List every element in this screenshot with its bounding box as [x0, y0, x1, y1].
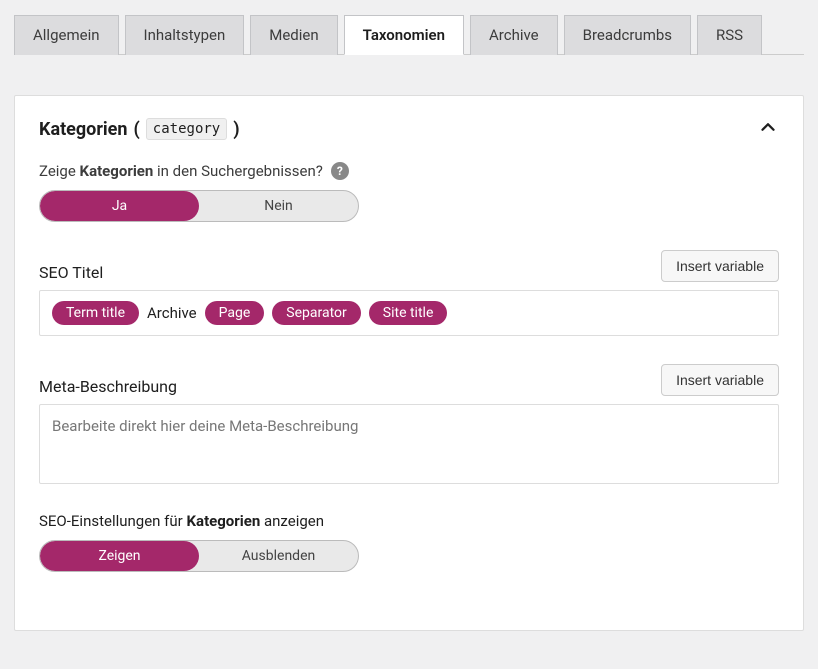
panel-body: Zeige Kategorien in den Suchergebnissen?…: [15, 152, 803, 630]
panel-title-paren-open: (: [134, 119, 140, 140]
panel-title-paren-close: ): [233, 119, 239, 140]
panel-slug: category: [146, 118, 227, 140]
show-settings-suffix: anzeigen: [264, 512, 324, 530]
help-icon[interactable]: ?: [331, 162, 349, 180]
seo-title-input[interactable]: Term title Archive Page Separator Site t…: [39, 290, 779, 336]
tabs-bar: Allgemein Inhaltstypen Medien Taxonomien…: [14, 14, 804, 55]
seo-title-text-archive: Archive: [147, 304, 197, 322]
tab-archive[interactable]: Archive: [470, 15, 558, 55]
show-settings-prefix: SEO-Einstellungen für: [39, 512, 183, 530]
tab-rss[interactable]: RSS: [697, 15, 762, 55]
search-toggle: Ja Nein: [39, 190, 359, 222]
show-settings-toggle-show[interactable]: Zeigen: [40, 541, 199, 571]
meta-desc-insert-variable-button[interactable]: Insert variable: [661, 364, 779, 396]
search-toggle-yes[interactable]: Ja: [40, 191, 199, 221]
variable-pill-term-title[interactable]: Term title: [52, 301, 139, 325]
panel-header[interactable]: Kategorien ( category ): [15, 96, 803, 152]
seo-title-label: SEO Titel: [39, 263, 103, 282]
show-in-search-label: Zeige Kategorien in den Suchergebnissen?…: [39, 162, 779, 180]
meta-desc-input[interactable]: Bearbeite direkt hier deine Meta-Beschre…: [39, 404, 779, 484]
tab-allgemein[interactable]: Allgemein: [14, 15, 119, 55]
meta-desc-label: Meta-Beschreibung: [39, 377, 177, 396]
panel-title: Kategorien ( category ): [39, 118, 240, 140]
show-settings-label: SEO-Einstellungen für Kategorien anzeige…: [39, 512, 779, 530]
search-prefix: Zeige: [39, 162, 76, 180]
tab-taxonomien[interactable]: Taxonomien: [344, 15, 464, 55]
show-settings-toggle-hide[interactable]: Ausblenden: [199, 541, 358, 571]
panel-title-text: Kategorien: [39, 119, 128, 140]
search-bold: Kategorien: [80, 162, 154, 180]
variable-pill-page[interactable]: Page: [205, 301, 265, 325]
variable-pill-site-title[interactable]: Site title: [369, 301, 448, 325]
seo-title-header: SEO Titel Insert variable: [39, 250, 779, 282]
search-suffix: in den Suchergebnissen?: [157, 162, 323, 180]
tab-medien[interactable]: Medien: [250, 15, 337, 55]
tab-breadcrumbs[interactable]: Breadcrumbs: [564, 15, 691, 55]
category-panel: Kategorien ( category ) Zeige Kategorien…: [14, 95, 804, 631]
chevron-up-icon[interactable]: [757, 116, 779, 142]
variable-pill-separator[interactable]: Separator: [272, 301, 360, 325]
tab-inhaltstypen[interactable]: Inhaltstypen: [125, 15, 245, 55]
search-toggle-no[interactable]: Nein: [199, 191, 358, 221]
show-settings-bold: Kategorien: [187, 512, 261, 530]
meta-desc-header: Meta-Beschreibung Insert variable: [39, 364, 779, 396]
show-settings-toggle: Zeigen Ausblenden: [39, 540, 359, 572]
seo-title-insert-variable-button[interactable]: Insert variable: [661, 250, 779, 282]
